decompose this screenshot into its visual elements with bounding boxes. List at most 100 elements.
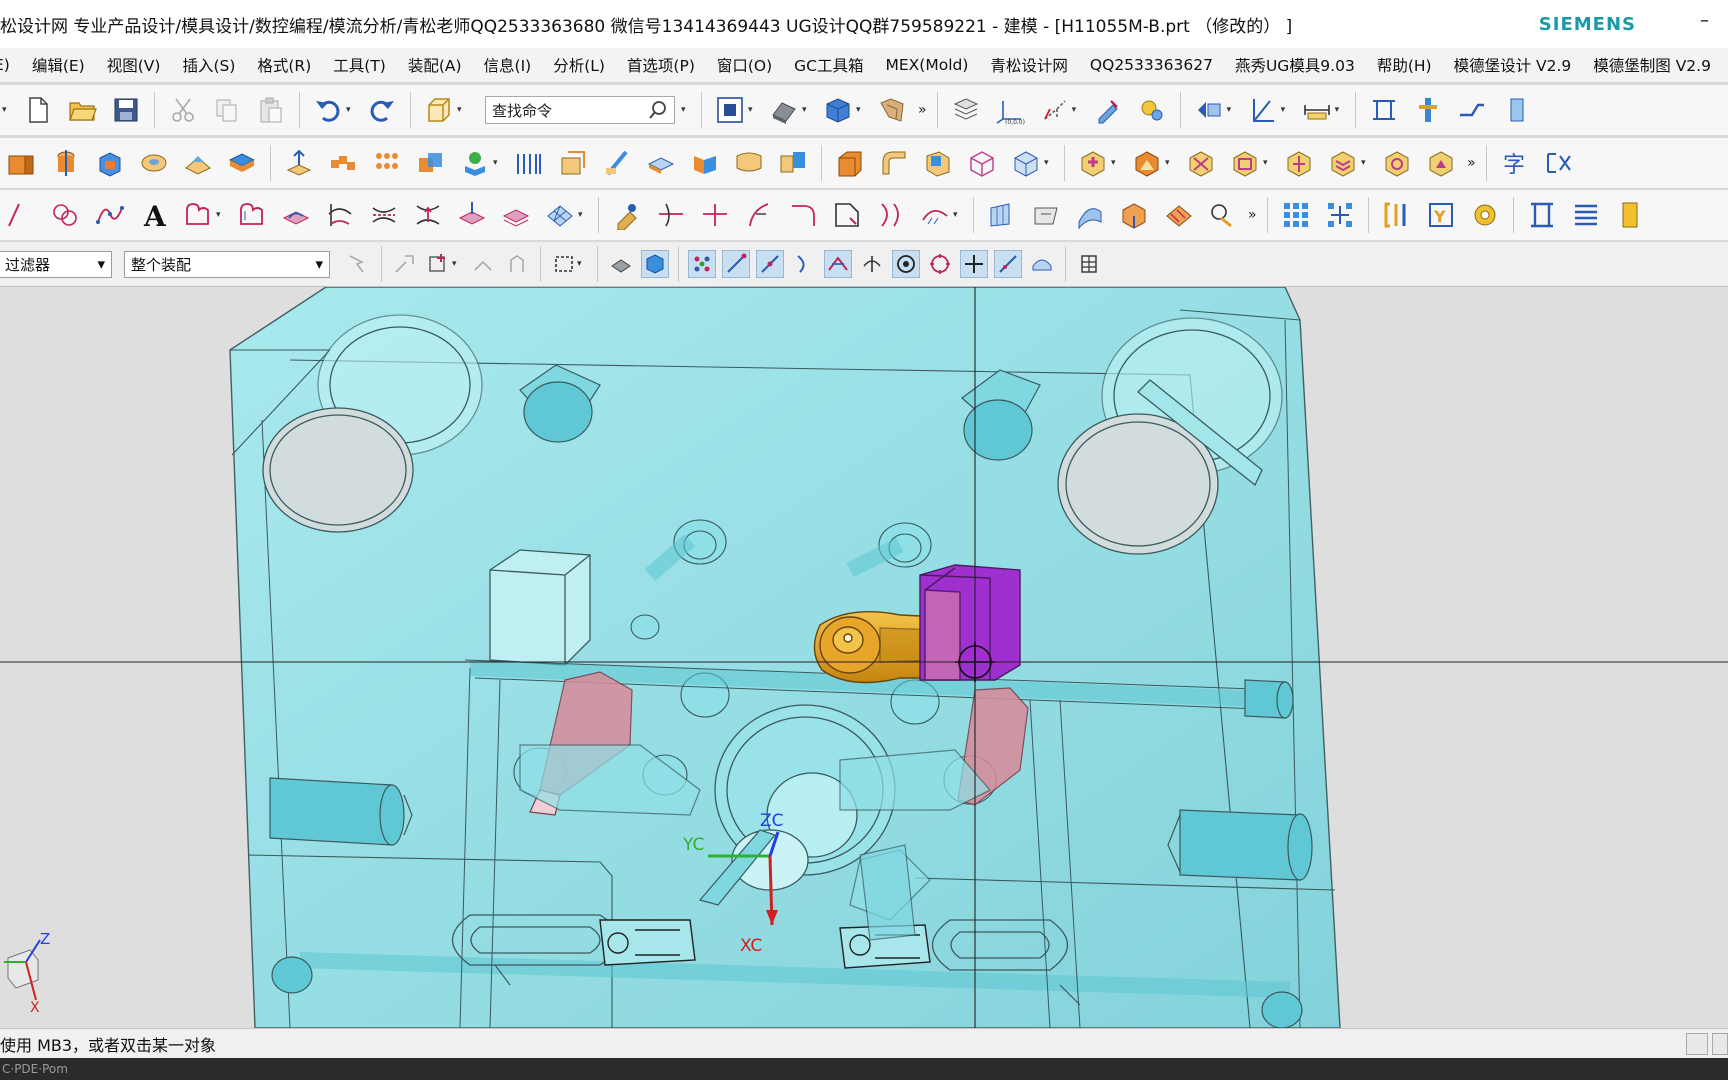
measure-dropdown-icon[interactable]: ▾ [1335, 105, 1345, 115]
snap-on-surface-icon[interactable] [1028, 250, 1056, 278]
close-bracket-icon[interactable] [1542, 146, 1576, 180]
menu-yanxiu[interactable]: 燕秀UG模具9.03 [1235, 54, 1355, 76]
save-icon[interactable] [109, 93, 143, 127]
scope-filter-select[interactable]: 整个装配 ▾ [124, 250, 330, 278]
datum-cube-icon[interactable] [1009, 146, 1043, 180]
sew-icon[interactable] [688, 146, 722, 180]
extract-curve-icon[interactable] [499, 198, 533, 232]
fit-dropdown-icon[interactable]: ▾ [748, 105, 758, 115]
patch-icon[interactable] [732, 146, 766, 180]
rectangle-select-icon[interactable] [550, 250, 578, 278]
wcs-dropdown-icon[interactable]: ▾ [1072, 105, 1082, 115]
stock-icon[interactable] [1613, 198, 1647, 232]
menu-gc-toolkit[interactable]: GC工具箱 [794, 54, 863, 76]
menu-modebao-drawing[interactable]: 模德堡制图 V2.9 [1593, 54, 1711, 76]
draft-dropdown-icon[interactable]: ▾ [1281, 105, 1291, 115]
graphics-window[interactable]: YC ZC XC Z X [0, 287, 1728, 1028]
divide-curve-icon[interactable] [698, 198, 732, 232]
curve-length-icon[interactable] [742, 198, 776, 232]
draft-icon[interactable] [921, 146, 955, 180]
mold-split-icon[interactable] [1367, 93, 1401, 127]
mold-block-e-icon[interactable] [1282, 146, 1316, 180]
grid-array-icon[interactable] [1279, 198, 1313, 232]
replace-surface-icon[interactable] [1205, 198, 1239, 232]
menu-tools[interactable]: 工具(T) [333, 54, 386, 76]
measure-pencil-icon[interactable] [1091, 93, 1125, 127]
selection-mode-icon[interactable] [1686, 1033, 1708, 1055]
shaded-view-icon[interactable] [767, 93, 801, 127]
edge-blend-icon[interactable] [877, 146, 911, 180]
isoparametric-curve-icon[interactable] [411, 198, 445, 232]
mesh-dropdown-icon[interactable]: ▾ [578, 210, 588, 220]
new-file-icon[interactable] [21, 93, 55, 127]
mold-a-dropdown-icon[interactable]: ▾ [1111, 158, 1121, 168]
view-window-icon[interactable] [1712, 1033, 1728, 1055]
snap-center-icon[interactable] [892, 250, 920, 278]
datum-dropdown-icon[interactable]: ▾ [1044, 158, 1054, 168]
chamfer-icon[interactable] [833, 146, 867, 180]
rectangle-select-dropdown-icon[interactable]: ▾ [577, 259, 587, 269]
toolbar-overflow-button[interactable]: » [918, 102, 927, 118]
boss-icon[interactable] [181, 146, 215, 180]
layer-settings-icon[interactable] [949, 93, 983, 127]
curve-analysis-icon[interactable] [918, 198, 952, 232]
mold-base-icon[interactable] [1499, 93, 1533, 127]
intersect-curve-icon[interactable] [323, 198, 357, 232]
menu-help[interactable]: 帮助(H) [1377, 54, 1432, 76]
unite-icon[interactable] [414, 146, 448, 180]
replace-face-icon[interactable] [776, 146, 810, 180]
bridge-curve-icon[interactable] [874, 198, 908, 232]
sweep-surface-icon[interactable] [1073, 198, 1107, 232]
undo-dropdown-icon[interactable]: ▾ [346, 105, 356, 115]
project-curve-icon[interactable] [279, 198, 313, 232]
snap-control-point-icon[interactable] [790, 250, 818, 278]
add-selection-icon[interactable] [425, 250, 453, 278]
analysis-gears-icon[interactable] [1135, 93, 1169, 127]
open-folder-icon[interactable] [65, 93, 99, 127]
general-selection-icon[interactable] [344, 250, 372, 278]
studio-spline-icon[interactable] [93, 198, 127, 232]
draft-angle-icon[interactable] [1246, 93, 1280, 127]
menu-analysis[interactable]: 分析(L) [553, 54, 605, 76]
offset-curve-icon[interactable] [235, 198, 269, 232]
measure-distance-icon[interactable] [1300, 93, 1334, 127]
wcs-dynamic-icon[interactable] [1037, 93, 1071, 127]
type-filter-select[interactable]: 过滤器 ▾ [0, 250, 112, 278]
face-analysis-icon[interactable] [985, 198, 1019, 232]
mold-b-dropdown-icon[interactable]: ▾ [1165, 158, 1175, 168]
select-component-icon[interactable] [503, 250, 531, 278]
menu-window[interactable]: 窗口(O) [717, 54, 772, 76]
snap-existing-point-icon[interactable] [960, 250, 988, 278]
menu-assembly[interactable]: 装配(A) [408, 54, 462, 76]
pattern-feature-icon[interactable] [326, 146, 360, 180]
block-icon[interactable] [93, 146, 127, 180]
spline-icon[interactable] [49, 198, 83, 232]
extrude-icon[interactable] [5, 146, 39, 180]
trim-curve-icon[interactable] [654, 198, 688, 232]
composite-curve-icon[interactable] [181, 198, 215, 232]
menu-view[interactable]: 视图(V) [107, 54, 161, 76]
shell-icon[interactable] [512, 146, 546, 180]
redo-icon[interactable] [365, 93, 399, 127]
composite-dropdown-icon[interactable]: ▾ [216, 210, 226, 220]
cut-icon[interactable] [166, 93, 200, 127]
curve-overflow-button[interactable]: » [1248, 207, 1257, 223]
hole-icon[interactable] [137, 146, 171, 180]
split-body-icon[interactable] [600, 146, 634, 180]
search-dropdown-icon[interactable]: ▾ [681, 105, 691, 115]
part-navigator-icon[interactable] [1029, 198, 1063, 232]
menu-format[interactable]: 格式(R) [257, 54, 311, 76]
slider-tool-icon[interactable] [1455, 93, 1489, 127]
select-edges-icon[interactable] [469, 250, 497, 278]
snap-dropdown-icon[interactable]: ▾ [1227, 105, 1237, 115]
revolve-icon[interactable] [49, 146, 83, 180]
fillet-curve-icon[interactable] [786, 198, 820, 232]
mold-block-d-icon[interactable] [1228, 146, 1262, 180]
display-mode-dropdown-icon[interactable]: ▾ [457, 105, 467, 115]
mold-block-h-icon[interactable] [1424, 146, 1458, 180]
wireframe-cube-icon[interactable] [965, 146, 999, 180]
mesh-surface-icon[interactable] [543, 198, 577, 232]
select-feature-icon[interactable] [391, 250, 419, 278]
gear-icon[interactable] [1468, 198, 1502, 232]
curve-line-icon[interactable] [5, 198, 39, 232]
